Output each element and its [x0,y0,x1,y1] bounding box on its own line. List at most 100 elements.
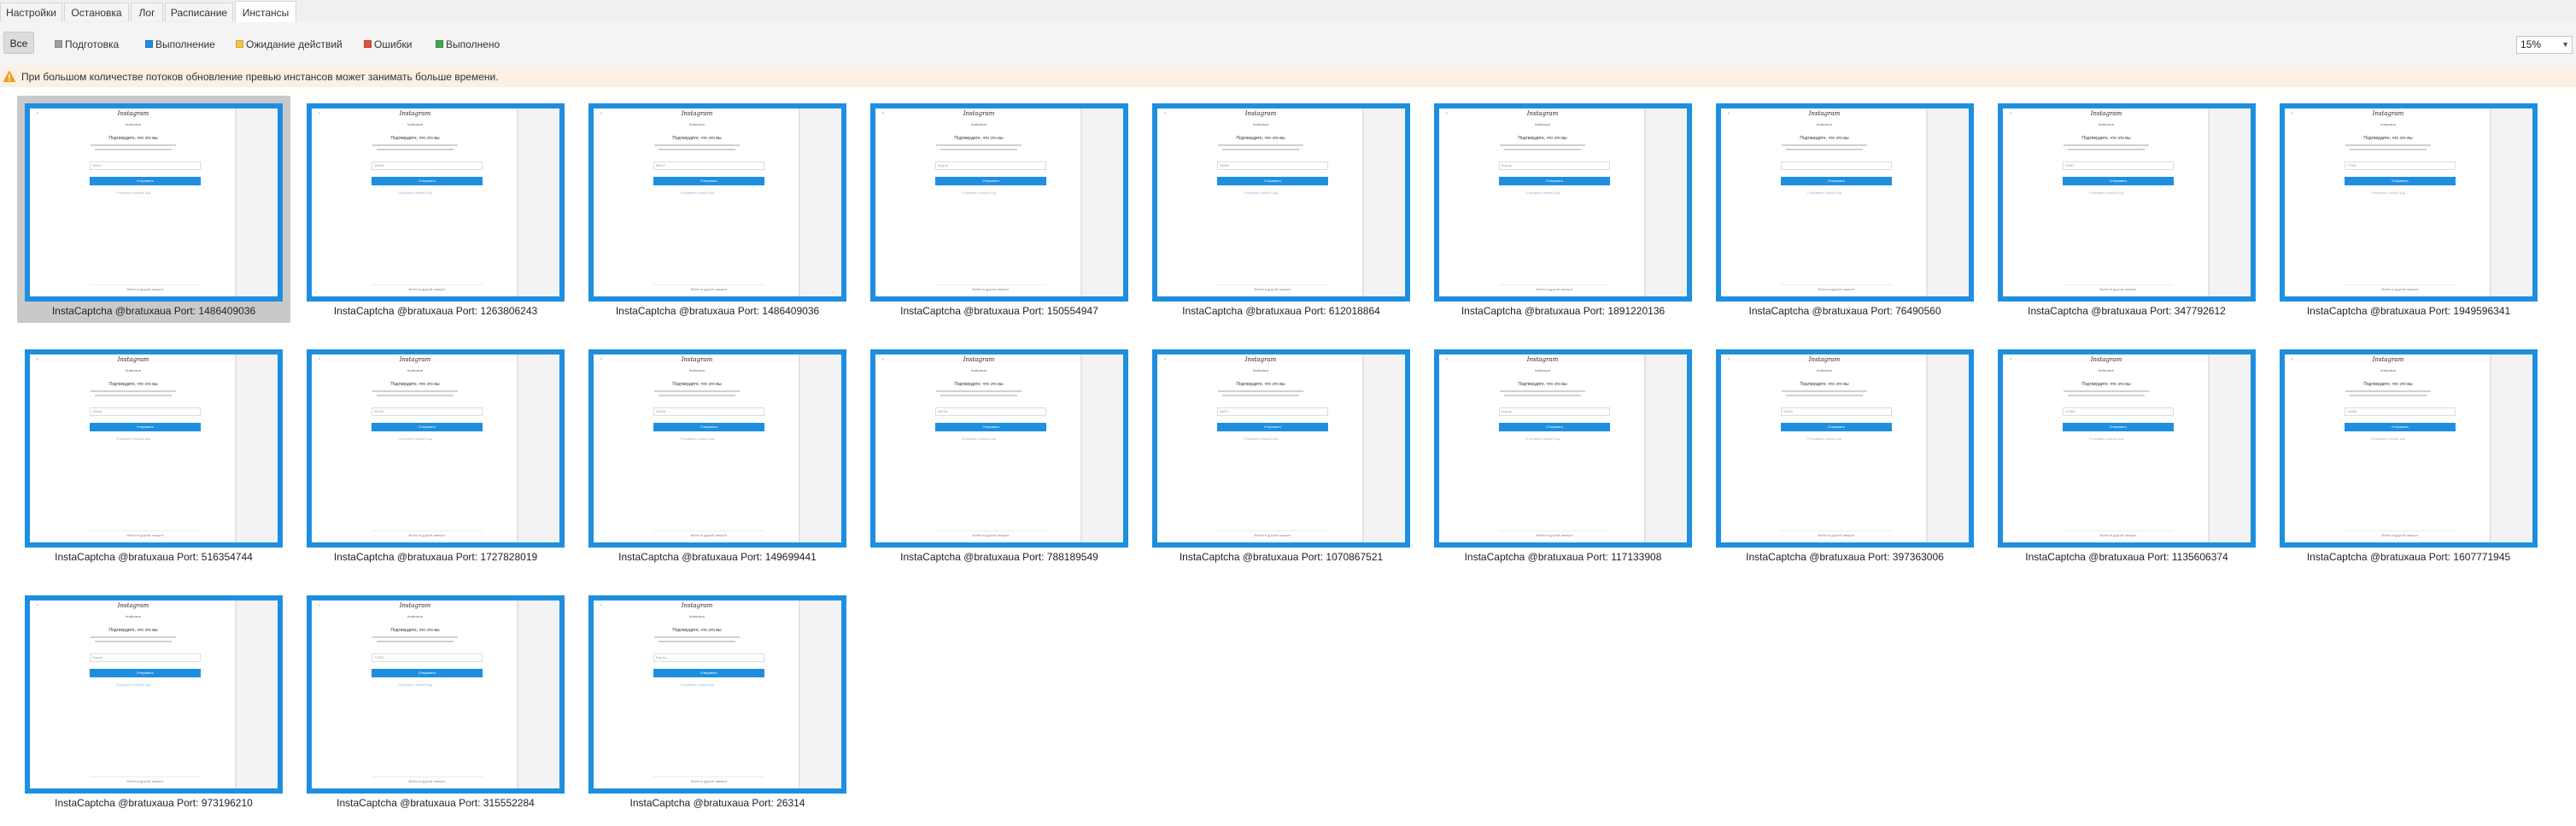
instance-caption: InstaCaptcha @bratuxaua Port: 1486409036 [51,305,256,317]
instance-preview[interactable]: ‹ Instagram bratuxaua Подтвердите, что э… [588,595,846,794]
instance-preview[interactable]: ‹ Instagram bratuxaua Подтвердите, что э… [307,349,565,548]
instance-preview[interactable]: ‹ Instagram bratuxaua Подтвердите, что э… [1998,103,2256,302]
instance-preview[interactable]: ‹ Instagram bratuxaua Подтвердите, что э… [25,595,283,794]
preview-footer: Войти в другой аккаунт [1217,284,1328,291]
filter-all-button[interactable]: Все [3,32,34,54]
preview-description [2063,390,2150,401]
preview-brand: Instagram [399,602,431,609]
instance-card[interactable]: ‹ Instagram bratuxaua Подтвердите, что э… [1145,96,1418,323]
preview-description [935,144,1022,155]
preview-title: Подтвердите, что это вы [2363,136,2413,141]
instance-caption: InstaCaptcha @bratuxaua Port: 76490560 [1748,305,1941,317]
instance-card[interactable]: ‹ Instagram bratuxaua Подтвердите, что э… [1708,96,1982,323]
instance-preview[interactable]: ‹ Instagram bratuxaua Подтвердите, что э… [1998,349,2256,548]
preview-title: Подтвердите, что это вы [672,382,722,387]
instance-card[interactable]: ‹ Instagram bratuxaua Подтвердите, что э… [1426,342,1700,569]
preview-resend-link: Отправить новый код [398,190,432,195]
preview-description [372,390,459,401]
preview-username: bratuxaua [407,368,423,372]
instance-card[interactable]: ‹ Instagram bratuxaua Подтвердите, что э… [17,588,290,815]
preview-brand: Instagram [681,356,713,363]
filter-preparing[interactable]: Подготовка [55,38,119,51]
tab-settings[interactable]: Настройки [0,3,62,21]
preview-description [1781,390,1868,401]
instance-preview[interactable]: ‹ Instagram bratuxaua Подтвердите, что э… [870,103,1128,302]
instance-card[interactable]: ‹ Instagram bratuxaua Подтвердите, что э… [17,96,290,323]
preview-screen: ‹ Instagram bratuxaua Подтвердите, что э… [1157,354,1405,542]
filter-errors[interactable]: Ошибки [364,38,413,51]
instance-preview[interactable]: ‹ Instagram bratuxaua Подтвердите, что э… [25,349,283,548]
instance-preview[interactable]: ‹ Instagram bratuxaua Подтвердите, что э… [1434,349,1692,548]
tab-schedule[interactable]: Расписание [165,3,233,21]
preview-resend-link: Отправить новый код [116,190,150,195]
preview-screen: ‹ Instagram bratuxaua Подтвердите, что э… [875,108,1123,296]
instance-preview[interactable]: ‹ Instagram bratuxaua Подтвердите, что э… [870,349,1128,548]
instance-card[interactable]: ‹ Instagram bratuxaua Подтвердите, что э… [2272,342,2545,569]
filter-waiting[interactable]: Ожидание действий [236,38,342,51]
preview-footer: Войти в другой аккаунт [90,530,201,537]
instance-card[interactable]: ‹ Instagram bratuxaua Подтвердите, что э… [2272,96,2545,323]
instance-card[interactable]: ‹ Instagram bratuxaua Подтвердите, что э… [581,342,854,569]
instance-card[interactable]: ‹ Instagram bratuxaua Подтвердите, что э… [1708,342,1982,569]
instance-preview[interactable]: ‹ Instagram bratuxaua Подтвердите, что э… [588,103,846,302]
zoom-select[interactable]: 15% ▼ [2516,36,2573,54]
preview-code-field: 49349 [653,407,764,416]
preview-sidebar [2490,108,2532,296]
instance-preview[interactable]: ‹ Instagram bratuxaua Подтвердите, что э… [2280,103,2538,302]
preview-title: Подтвердите, что это вы [1518,136,1567,141]
instance-preview[interactable]: ‹ Instagram bratuxaua Подтвердите, что э… [1434,103,1692,302]
instance-card[interactable]: ‹ Instagram bratuxaua Подтвердите, что э… [863,342,1136,569]
preview-sidebar [517,108,559,296]
instance-caption: InstaCaptcha @bratuxaua Port: 117133908 [1464,551,1662,563]
preview-footer: Войти в другой аккаунт [2063,530,2174,537]
preview-footer: Войти в другой аккаунт [1499,530,1610,537]
filter-running[interactable]: Выполнение [145,38,215,51]
preview-title: Подтвердите, что это вы [2363,382,2413,387]
preview-sidebar [517,354,559,542]
instance-card[interactable]: ‹ Instagram bratuxaua Подтвердите, что э… [17,342,290,569]
preview-code-field: 37584 [2063,407,2174,416]
instance-caption: InstaCaptcha @bratuxaua Port: 788189549 [900,551,1098,563]
instance-preview[interactable]: ‹ Instagram bratuxaua Подтвердите, что э… [2280,349,2538,548]
preview-footer: Войти в другой аккаунт [1499,284,1610,291]
instance-card[interactable]: ‹ Instagram bratuxaua Подтвердите, что э… [299,96,572,323]
instance-card[interactable]: ‹ Instagram bratuxaua Подтвердите, что э… [1990,342,2263,569]
preview-title: Подтвердите, что это вы [390,382,440,387]
instance-card[interactable]: ‹ Instagram bratuxaua Подтвердите, что э… [863,96,1136,323]
instance-preview[interactable]: ‹ Instagram bratuxaua Подтвердите, что э… [1152,349,1410,548]
preview-screen: ‹ Instagram bratuxaua Подтвердите, что э… [1721,108,1969,296]
instance-card[interactable]: ‹ Instagram bratuxaua Подтвердите, что э… [1145,342,1418,569]
instance-preview[interactable]: ‹ Instagram bratuxaua Подтвердите, что э… [307,103,565,302]
instance-caption: InstaCaptcha @bratuxaua Port: 1949596341 [2306,305,2511,317]
preview-resend-link: Отправить новый код [1807,436,1841,441]
tab-stop[interactable]: Остановка [64,3,129,21]
instance-card[interactable]: ‹ Instagram bratuxaua Подтвердите, что э… [581,96,854,323]
preview-sidebar [2208,354,2251,542]
status-swatch-icon [145,40,153,48]
instance-card[interactable]: ‹ Instagram bratuxaua Подтвердите, что э… [299,588,572,815]
instance-preview[interactable]: ‹ Instagram bratuxaua Подтвердите, что э… [588,349,846,548]
instance-card[interactable]: ‹ Instagram bratuxaua Подтвердите, что э… [1426,96,1700,323]
zoom-value: 15% [2520,38,2542,50]
instance-preview[interactable]: ‹ Instagram bratuxaua Подтвердите, что э… [1716,349,1974,548]
filter-done[interactable]: Выполнено [436,38,500,51]
preview-screen: ‹ Instagram bratuxaua Подтвердите, что э… [875,354,1123,542]
tab-instances[interactable]: Инстансы [235,1,296,23]
preview-code-field: 59520 [1781,407,1892,416]
instance-preview[interactable]: ‹ Instagram bratuxaua Подтвердите, что э… [1152,103,1410,302]
preview-send-button: Отправить [1217,177,1328,185]
preview-sidebar [1926,108,1969,296]
instance-preview[interactable]: ‹ Instagram bratuxaua Подтвердите, что э… [307,595,565,794]
filter-label: Ошибки [374,38,413,50]
instance-card[interactable]: ‹ Instagram bratuxaua Подтвердите, что э… [581,588,854,815]
instance-card[interactable]: ‹ Instagram bratuxaua Подтвердите, что э… [1990,96,2263,323]
tab-log[interactable]: Лог [131,3,163,21]
preview-resend-link: Отправить новый код [2089,436,2123,441]
preview-title: Подтвердите, что это вы [1518,382,1567,387]
preview-footer: Войти в другой аккаунт [653,284,764,291]
preview-username: bratuxaua [689,122,705,126]
instance-preview[interactable]: ‹ Instagram bratuxaua Подтвердите, что э… [1716,103,1974,302]
instance-card[interactable]: ‹ Instagram bratuxaua Подтвердите, что э… [299,342,572,569]
preview-code-field: 28350 [1217,161,1328,170]
instance-preview[interactable]: ‹ Instagram bratuxaua Подтвердите, что э… [25,103,283,302]
